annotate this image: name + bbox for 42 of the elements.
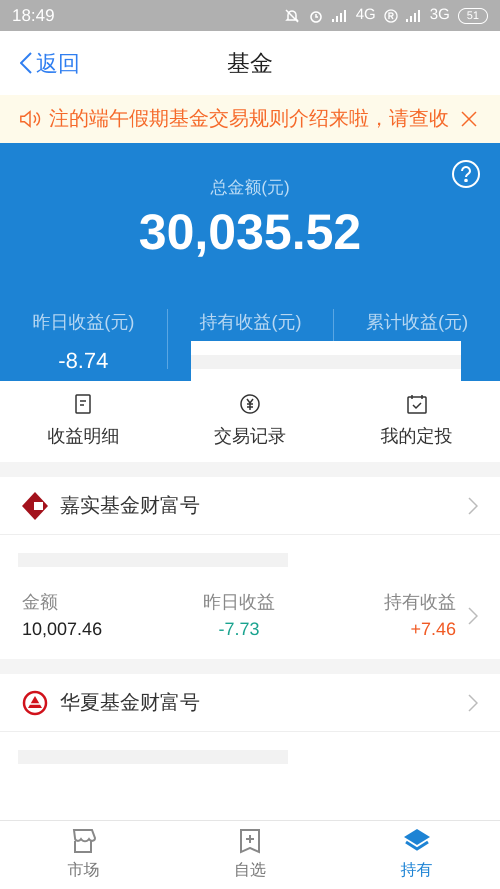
shortcut-button[interactable]: 交易记录	[166, 381, 334, 462]
fund-logo-icon	[22, 690, 48, 716]
registered-icon	[384, 8, 398, 23]
chevron-right-icon	[468, 607, 478, 625]
help-button[interactable]	[452, 160, 480, 188]
bell-off-icon	[284, 8, 300, 24]
fund-logo-icon	[22, 492, 48, 520]
stat-value: +7.46	[410, 618, 456, 641]
fund-header[interactable]: 嘉实基金财富号	[0, 477, 500, 535]
page-title: 基金	[227, 49, 273, 78]
signal-icon	[406, 10, 422, 22]
status-time: 18:49	[12, 4, 55, 27]
stat-label: 持有收益	[384, 591, 456, 614]
stat-label: 昨日收益(元)	[32, 311, 134, 334]
stat-value: -8.74	[58, 347, 108, 376]
stat-label: 累计收益(元)	[366, 311, 468, 334]
network-label: 3G	[430, 5, 450, 26]
tab-button[interactable]: 自选	[166, 821, 334, 889]
stat-label: 金额	[22, 591, 58, 614]
back-button[interactable]: 返回	[0, 46, 80, 80]
stat-value: 10,007.46	[22, 618, 102, 641]
network-label: 4G	[356, 5, 376, 26]
chevron-right-icon	[468, 496, 478, 514]
chevron-right-icon	[468, 694, 478, 712]
total-label: 总金额(元)	[210, 176, 290, 199]
chevron-left-icon	[20, 52, 32, 74]
calendar-icon	[406, 393, 428, 416]
stat-label: 持有收益(元)	[199, 311, 302, 334]
close-icon	[461, 111, 477, 128]
total-amount: 30,035.52	[138, 204, 362, 260]
stat-value: -7.73	[218, 618, 260, 641]
shortcut-button[interactable]: 我的定投	[333, 381, 500, 462]
notice-text: 注的端午假期基金交易规则介绍来啦，请查收	[49, 107, 449, 132]
yen-icon	[238, 393, 261, 416]
tab-button[interactable]: 持有	[333, 821, 500, 889]
question-icon	[460, 166, 472, 182]
shortcut-button[interactable]: 收益明细	[0, 381, 167, 462]
tab-button[interactable]: 市场	[0, 821, 167, 889]
speaker-icon	[19, 109, 41, 130]
stat-label: 昨日收益	[202, 591, 275, 614]
battery-indicator: 51	[458, 8, 488, 24]
signal-icon	[332, 10, 348, 22]
